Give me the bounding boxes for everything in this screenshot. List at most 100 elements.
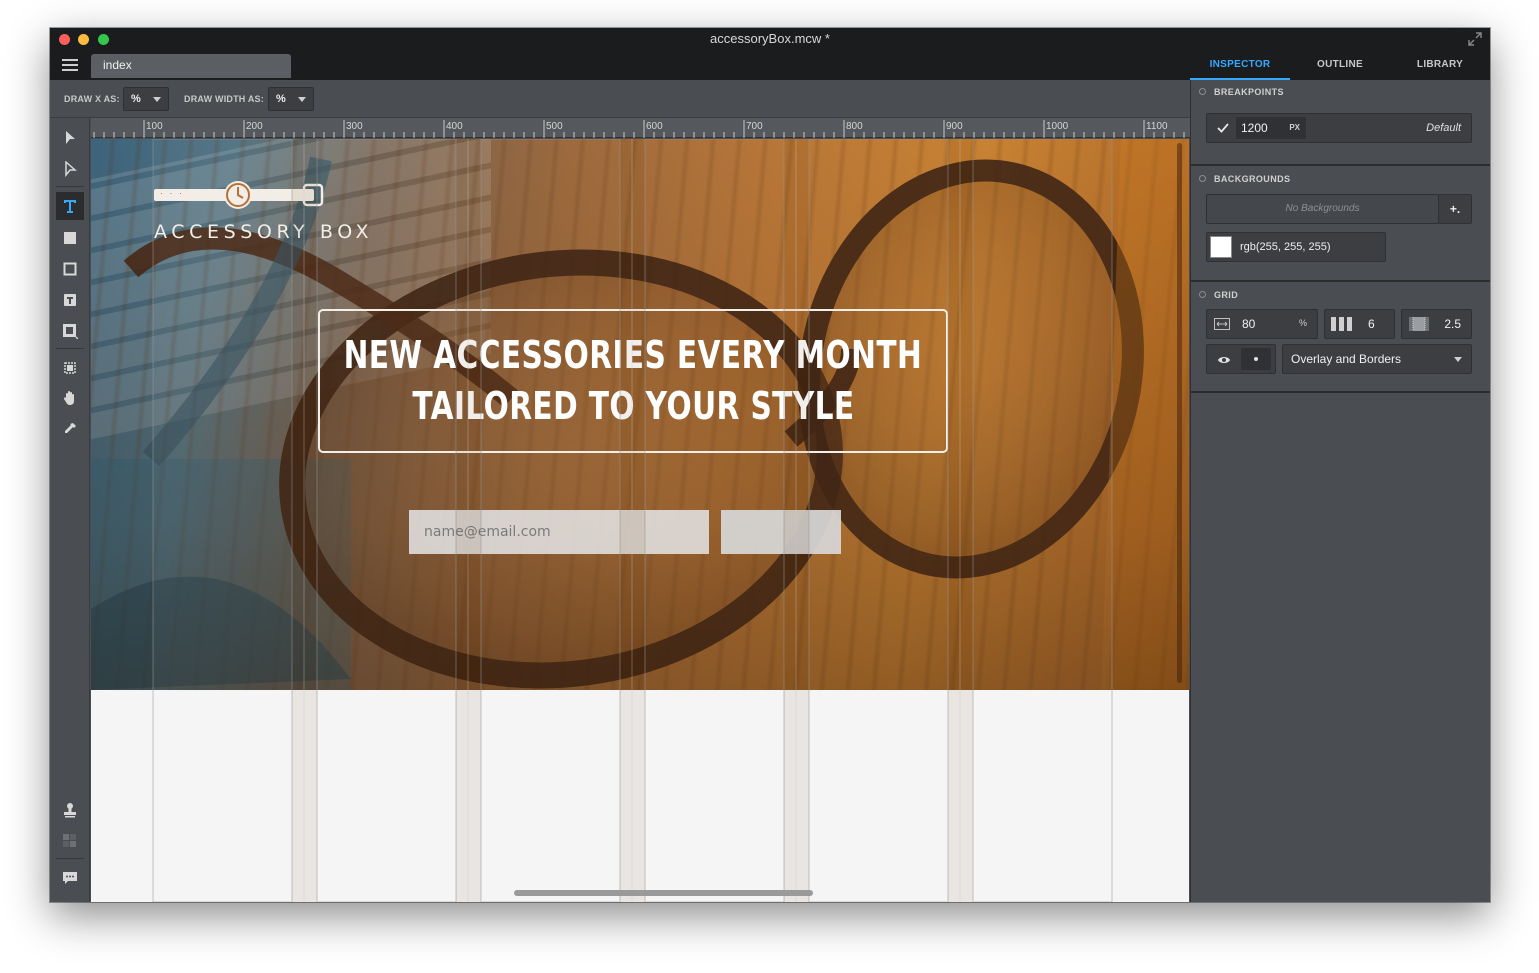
select-arrow-icon[interactable] xyxy=(56,124,84,152)
add-background-button[interactable]: +. xyxy=(1438,194,1472,224)
breakpoint-value: 1200 xyxy=(1241,121,1268,135)
vertical-scrollbar[interactable] xyxy=(1177,143,1182,683)
app-window: accessoryBox.mcw * index INSPECTOR OUTLI… xyxy=(50,28,1490,902)
grid-width-icon xyxy=(1214,318,1230,330)
image-box-icon[interactable] xyxy=(56,317,84,345)
inspector-panel: BREAKPOINTS 1200 PX Default BACKGROUNDS … xyxy=(1190,80,1490,902)
breakpoints-title: BREAKPOINTS xyxy=(1214,87,1284,97)
hand-icon[interactable] xyxy=(56,384,84,412)
collapse-dot-icon[interactable] xyxy=(1199,175,1206,182)
ruler-label: 1000 xyxy=(1046,121,1069,132)
eyedropper-icon[interactable] xyxy=(56,415,84,443)
dot-icon xyxy=(1254,357,1258,361)
rectangle-fill-icon[interactable] xyxy=(56,224,84,252)
ruler-label: 200 xyxy=(246,121,263,132)
grid-visibility-toggle[interactable] xyxy=(1206,344,1276,374)
ruler-label: 300 xyxy=(346,121,363,132)
no-backgrounds-text: No Backgrounds xyxy=(1285,203,1360,214)
logo-text: ACCESSORY BOX xyxy=(154,221,374,243)
grid-width-unit: % xyxy=(1298,318,1307,328)
tab-library[interactable]: LIBRARY xyxy=(1390,50,1490,80)
color-swatch[interactable] xyxy=(1210,236,1232,258)
submit-button[interactable] xyxy=(721,510,841,554)
direct-select-icon[interactable] xyxy=(56,155,84,183)
draw-x-select[interactable]: % xyxy=(123,87,169,111)
hamburger-menu-icon[interactable] xyxy=(62,59,78,71)
hero-image-section[interactable]: · · · ACCESSORY BOX NEW ACCESSORIES EVER… xyxy=(91,139,1189,690)
grid-title: GRID xyxy=(1214,290,1239,300)
tab-index[interactable]: index xyxy=(91,54,291,78)
ruler-label: 400 xyxy=(446,121,463,132)
comment-icon[interactable] xyxy=(56,864,84,892)
columns-icon xyxy=(1331,317,1352,331)
draw-width-value: % xyxy=(276,93,286,105)
pattern-icon[interactable] xyxy=(56,827,84,855)
headline-line-2: TAILORED TO YOUR STYLE xyxy=(411,384,855,428)
accessory-box-logo[interactable]: · · · ACCESSORY BOX xyxy=(154,179,369,249)
ruler-label: 600 xyxy=(646,121,663,132)
title-bar: accessoryBox.mcw * xyxy=(50,28,1490,50)
grid-display-value: Overlay and Borders xyxy=(1291,352,1402,366)
grid-section: GRID 80 % 6 2.5 Overlay and Borders xyxy=(1191,282,1490,393)
crop-icon[interactable] xyxy=(56,354,84,382)
backgrounds-section: BACKGROUNDS No Backgrounds +. rgb(255, 2… xyxy=(1191,166,1490,282)
tab-outline[interactable]: OUTLINE xyxy=(1290,50,1390,80)
tool-options-bar: DRAW X AS: % DRAW WIDTH AS: % xyxy=(50,80,1190,118)
grid-columns-value: 6 xyxy=(1368,317,1375,331)
grid-gutter-value: 2.5 xyxy=(1444,317,1461,331)
chevron-down-icon xyxy=(1454,357,1462,362)
stamp-icon[interactable] xyxy=(56,796,84,824)
grid-gutter-field[interactable]: 2.5 xyxy=(1401,309,1472,339)
background-color-text: rgb(255, 255, 255) xyxy=(1240,241,1331,253)
breakpoint-width-field[interactable]: 1200 PX xyxy=(1236,117,1306,139)
ruler-label: 800 xyxy=(846,121,863,132)
draw-x-label: DRAW X AS: xyxy=(64,94,120,104)
draw-x-value: % xyxy=(131,93,141,105)
fullscreen-icon[interactable] xyxy=(1468,32,1482,46)
design-canvas[interactable]: · · · ACCESSORY BOX NEW ACCESSORIES EVER… xyxy=(91,139,1189,902)
checkmark-icon xyxy=(1217,123,1229,133)
toolbar-divider xyxy=(56,348,84,349)
headline-line-1: NEW ACCESSORIES EVERY MONTH xyxy=(343,333,923,377)
horizontal-ruler[interactable]: 100 200 300 400 500 600 700 800 900 1000 1100 xyxy=(91,118,1190,138)
ruler-label: 1100 xyxy=(1146,121,1168,132)
add-background-label: +. xyxy=(1449,202,1461,216)
collapse-dot-icon[interactable] xyxy=(1199,291,1206,298)
draw-width-select[interactable]: % xyxy=(268,87,314,111)
eye-icon[interactable] xyxy=(1217,355,1231,365)
ruler-label: 900 xyxy=(946,121,963,132)
grid-dot-toggle[interactable] xyxy=(1241,348,1271,370)
window-title: accessoryBox.mcw * xyxy=(710,31,830,46)
horizontal-scrollbar[interactable] xyxy=(514,890,813,896)
email-input[interactable] xyxy=(409,510,709,554)
ruler-label: 100 xyxy=(146,121,163,132)
grid-width-field[interactable]: 80 % xyxy=(1206,309,1318,339)
chevron-down-icon xyxy=(298,97,306,102)
draw-width-label: DRAW WIDTH AS: xyxy=(184,94,264,104)
background-color-field[interactable]: rgb(255, 255, 255) xyxy=(1206,232,1386,262)
headline-box[interactable]: NEW ACCESSORIES EVERY MONTH TAILORED TO … xyxy=(318,309,948,453)
grid-width-value: 80 xyxy=(1242,317,1256,331)
text-box-icon[interactable] xyxy=(56,286,84,314)
breakpoints-section: BREAKPOINTS 1200 PX Default xyxy=(1191,80,1490,166)
panel-tab-bar: INSPECTOR OUTLINE LIBRARY xyxy=(1190,50,1490,80)
toolbar-divider xyxy=(56,858,84,859)
collapse-dot-icon[interactable] xyxy=(1199,88,1206,95)
tools-toolbar xyxy=(50,118,90,902)
grid-columns-field[interactable]: 6 xyxy=(1324,309,1395,339)
tab-inspector[interactable]: INSPECTOR xyxy=(1190,50,1290,80)
grid-display-select[interactable]: Overlay and Borders xyxy=(1282,344,1472,374)
breakpoint-row[interactable]: 1200 PX Default xyxy=(1206,113,1472,143)
gutter-icon xyxy=(1409,317,1429,331)
toolbar-divider xyxy=(56,186,84,187)
logo-dots: · · · xyxy=(160,188,184,198)
document-tab-bar: index xyxy=(50,50,1190,80)
rectangle-outline-icon[interactable] xyxy=(56,255,84,283)
text-tool-icon[interactable] xyxy=(56,192,84,220)
backgrounds-title: BACKGROUNDS xyxy=(1214,174,1291,184)
chevron-down-icon xyxy=(153,97,161,102)
breakpoint-unit: PX xyxy=(1289,123,1300,132)
backgrounds-list[interactable]: No Backgrounds xyxy=(1206,194,1439,224)
ruler-label: 700 xyxy=(746,121,763,132)
watch-logo-icon xyxy=(154,181,324,209)
